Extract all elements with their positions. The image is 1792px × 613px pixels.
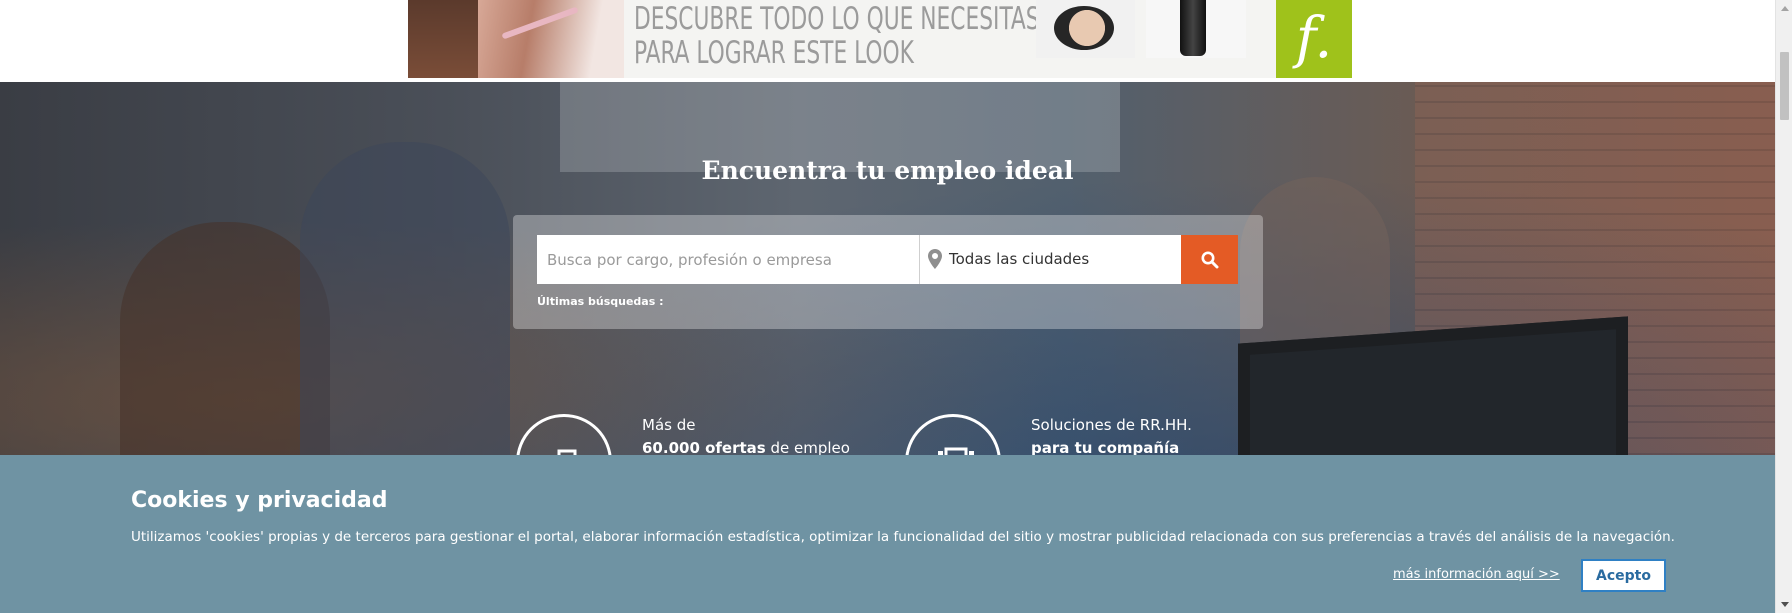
cookie-banner: Cookies y privacidad Utilizamos 'cookies… <box>0 455 1775 613</box>
cookie-title: Cookies y privacidad <box>131 488 388 513</box>
feature-line1: Soluciones de RR.HH. <box>1031 416 1192 434</box>
vertical-scrollbar[interactable] <box>1775 0 1792 613</box>
ad-headline-line2: PARA LOGRAR ESTE LOOK <box>634 35 914 71</box>
ad-strip: DESCUBRE TODO LO QUE NECESITAS PARA LOGR… <box>0 0 1775 82</box>
job-search-input[interactable] <box>537 235 919 284</box>
search-icon <box>1201 251 1219 269</box>
scroll-down-arrow-icon[interactable] <box>1781 602 1789 607</box>
ad-headline: DESCUBRE TODO LO QUE NECESITAS PARA LOGR… <box>634 2 1040 70</box>
ad-powder-product-image <box>1036 0 1135 58</box>
scroll-up-arrow-icon[interactable] <box>1781 6 1789 11</box>
search-button[interactable] <box>1181 235 1238 284</box>
city-select[interactable]: Todas las ciudades <box>919 235 1181 284</box>
search-panel: Todas las ciudades Últimas búsquedas : <box>513 215 1263 329</box>
cookie-text: Utilizamos 'cookies' propias y de tercer… <box>131 529 1675 545</box>
feature-text: Más de 60.000 ofertas de empleo <box>642 414 882 460</box>
hero-title: Encuentra tu empleo ideal <box>701 156 1074 185</box>
location-pin-icon <box>928 249 942 269</box>
feature-line1: Más de <box>642 416 696 434</box>
ad-model-image <box>408 0 624 78</box>
recent-searches-label: Últimas búsquedas : <box>537 295 664 308</box>
advertisement-banner[interactable]: DESCUBRE TODO LO QUE NECESITAS PARA LOGR… <box>408 0 1352 78</box>
ad-mascara-product-image <box>1146 0 1246 58</box>
scrollbar-thumb[interactable] <box>1780 52 1789 120</box>
ad-headline-line1: DESCUBRE TODO LO QUE NECESITAS <box>634 1 1040 37</box>
city-select-value: Todas las ciudades <box>949 250 1090 268</box>
feature-text: Soluciones de RR.HH. para tu compañía <box>1031 414 1271 460</box>
more-info-link[interactable]: más información aquí >> <box>1393 567 1560 582</box>
accept-cookies-button[interactable]: Acepto <box>1581 559 1666 592</box>
ad-brand-logo: f. <box>1276 0 1352 78</box>
